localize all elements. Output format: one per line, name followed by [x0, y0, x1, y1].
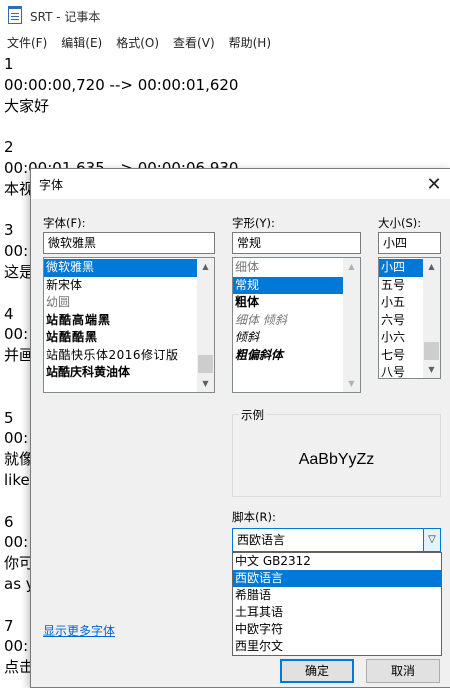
size-list-scrollbar[interactable]: ▲ ▼: [423, 258, 440, 378]
font-list-item[interactable]: 站酷快乐体2016修订版: [44, 347, 197, 365]
style-list-item[interactable]: 细体 倾斜: [233, 312, 343, 330]
scroll-up-icon[interactable]: ▲: [197, 258, 214, 275]
show-more-fonts-link[interactable]: 显示更多字体: [43, 622, 115, 639]
font-list-item[interactable]: 微软雅黑: [44, 259, 197, 277]
script-option[interactable]: 中文 GB2312: [233, 553, 441, 570]
size-input[interactable]: 小四: [378, 232, 441, 254]
chevron-down-icon[interactable]: ▽: [423, 529, 440, 551]
font-list-item[interactable]: 站酷庆科黄油体: [44, 364, 197, 382]
text-line: 1: [4, 55, 14, 73]
scroll-thumb[interactable]: [424, 342, 439, 360]
style-input[interactable]: 常规: [232, 232, 361, 254]
scroll-thumb[interactable]: [198, 355, 213, 373]
size-label: 大小(S):: [378, 216, 422, 230]
font-list[interactable]: 微软雅黑 新宋体 幼圆 站酷高端黑 站酷酷黑 站酷快乐体2016修订版 站酷庆科黄油体 ▲ …: [43, 257, 215, 393]
script-option[interactable]: 西欧语言: [233, 570, 441, 587]
font-list-scrollbar[interactable]: ▲ ▼: [197, 258, 214, 392]
ok-button[interactable]: 确定: [280, 659, 354, 683]
font-list-item[interactable]: 站酷酷黑: [44, 329, 197, 347]
window-title: SRT - 记事本: [30, 9, 101, 24]
style-list[interactable]: 细体 常规 粗体 细体 倾斜 倾斜 粗偏斜体 ▲ ▼: [232, 257, 361, 393]
style-list-item[interactable]: 倾斜: [233, 329, 343, 347]
size-list-item[interactable]: 六号: [379, 312, 423, 330]
sample-group: 示例 AaBbYyZz: [232, 407, 441, 497]
style-label: 字形(Y):: [232, 216, 275, 230]
scroll-down-icon[interactable]: ▼: [423, 361, 440, 378]
text-line: [4, 116, 450, 137]
font-list-item[interactable]: 站酷高端黑: [44, 312, 197, 330]
menu-format[interactable]: 格式(O): [109, 34, 166, 51]
size-list-item[interactable]: 小五: [379, 294, 423, 312]
font-label: 字体(F):: [43, 216, 86, 230]
menu-edit[interactable]: 编辑(E): [54, 34, 109, 51]
script-option[interactable]: 土耳其语: [233, 604, 441, 621]
style-list-item[interactable]: 粗体: [233, 294, 343, 312]
sample-label: 示例: [239, 407, 266, 423]
sample-text: AaBbYyZz: [298, 451, 375, 468]
size-list-item[interactable]: 五号: [379, 277, 423, 295]
script-selected-value: 西欧语言: [237, 533, 286, 547]
style-list-item[interactable]: 细体: [233, 259, 343, 277]
dialog-title: 字体: [39, 177, 64, 192]
menu-view[interactable]: 查看(V): [166, 34, 222, 51]
cancel-button[interactable]: 取消: [366, 659, 440, 683]
font-list-item[interactable]: 幼圆: [44, 294, 197, 312]
script-option[interactable]: 中欧字符: [233, 621, 441, 638]
style-list-item[interactable]: 常规: [233, 276, 343, 294]
menu-bar: 文件(F) 编辑(E) 格式(O) 查看(V) 帮助(H): [0, 32, 450, 52]
dialog-titlebar[interactable]: 字体 ✕: [31, 169, 450, 199]
script-option[interactable]: 西里尔文: [233, 638, 441, 655]
menu-file[interactable]: 文件(F): [0, 34, 54, 51]
style-list-scrollbar[interactable]: ▲ ▼: [343, 258, 360, 392]
font-dialog: 字体 ✕ 字体(F): 微软雅黑 微软雅黑 新宋体 幼圆 站酷高端黑 站酷酷黑 站酷快乐体…: [30, 168, 450, 688]
notepad-titlebar[interactable]: SRT - 记事本: [0, 0, 450, 32]
close-icon[interactable]: ✕: [419, 170, 449, 198]
text-line: 2: [4, 138, 14, 157]
scroll-up-icon[interactable]: ▲: [423, 258, 440, 275]
script-combobox[interactable]: 西欧语言 ▽: [232, 528, 441, 552]
script-dropdown-list[interactable]: 中文 GB2312 西欧语言 希腊语 土耳其语 中欧字符 西里尔文: [232, 552, 442, 656]
size-list-item[interactable]: 八号: [379, 364, 423, 378]
notepad-app-icon: [8, 6, 22, 24]
font-list-item[interactable]: 新宋体: [44, 277, 197, 295]
text-line: 00:00:00,720 --> 00:00:01,620: [4, 75, 239, 94]
size-list-item[interactable]: 七号: [379, 347, 423, 365]
scroll-down-icon[interactable]: ▼: [343, 375, 360, 392]
scroll-down-icon[interactable]: ▼: [197, 375, 214, 392]
font-input[interactable]: 微软雅黑: [43, 232, 215, 254]
script-label: 脚本(R):: [232, 510, 276, 524]
size-list[interactable]: 小四 五号 小五 六号 小六 七号 八号 ▲ ▼: [378, 257, 441, 379]
scroll-up-icon[interactable]: ▲: [343, 258, 360, 275]
text-line: 大家好: [4, 96, 50, 115]
script-option[interactable]: 希腊语: [233, 587, 441, 604]
style-list-item[interactable]: 粗偏斜体: [233, 347, 343, 365]
size-list-item[interactable]: 小六: [379, 329, 423, 347]
menu-help[interactable]: 帮助(H): [222, 34, 278, 51]
size-list-item[interactable]: 小四: [379, 259, 423, 277]
